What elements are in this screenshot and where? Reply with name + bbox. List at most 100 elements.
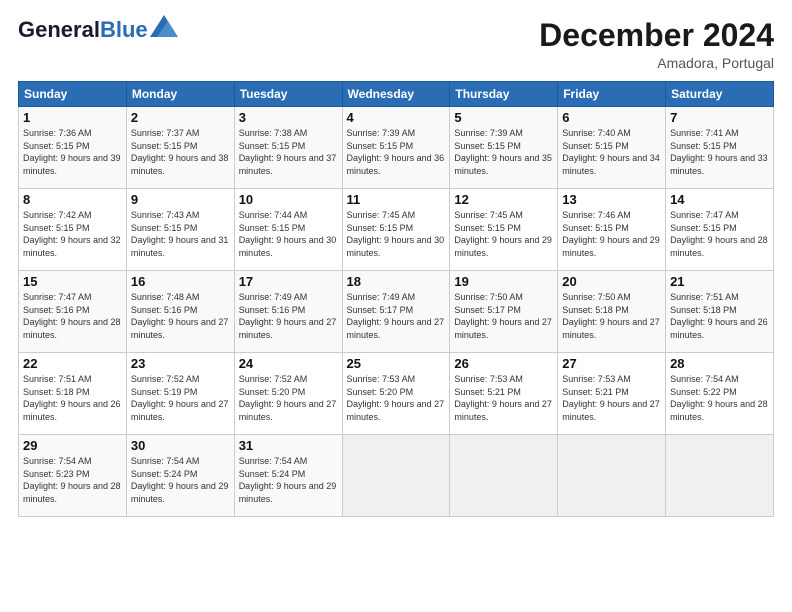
calendar-week-2: 8 Sunrise: 7:42 AM Sunset: 5:15 PM Dayli… — [19, 189, 774, 271]
day-info: Sunrise: 7:46 AM Sunset: 5:15 PM Dayligh… — [562, 209, 661, 259]
weekday-header-friday: Friday — [558, 82, 666, 107]
calendar-week-3: 15 Sunrise: 7:47 AM Sunset: 5:16 PM Dayl… — [19, 271, 774, 353]
day-number: 18 — [347, 274, 446, 289]
calendar-cell: 18 Sunrise: 7:49 AM Sunset: 5:17 PM Dayl… — [342, 271, 450, 353]
day-number: 5 — [454, 110, 553, 125]
calendar-cell: 27 Sunrise: 7:53 AM Sunset: 5:21 PM Dayl… — [558, 353, 666, 435]
calendar-cell: 24 Sunrise: 7:52 AM Sunset: 5:20 PM Dayl… — [234, 353, 342, 435]
page: GeneralBlue December 2024 Amadora, Portu… — [0, 0, 792, 612]
calendar-cell: 5 Sunrise: 7:39 AM Sunset: 5:15 PM Dayli… — [450, 107, 558, 189]
day-number: 9 — [131, 192, 230, 207]
weekday-header-wednesday: Wednesday — [342, 82, 450, 107]
weekday-header-tuesday: Tuesday — [234, 82, 342, 107]
day-info: Sunrise: 7:54 AM Sunset: 5:23 PM Dayligh… — [23, 455, 122, 505]
day-info: Sunrise: 7:48 AM Sunset: 5:16 PM Dayligh… — [131, 291, 230, 341]
day-number: 30 — [131, 438, 230, 453]
day-number: 6 — [562, 110, 661, 125]
calendar-cell: 7 Sunrise: 7:41 AM Sunset: 5:15 PM Dayli… — [666, 107, 774, 189]
calendar-cell: 14 Sunrise: 7:47 AM Sunset: 5:15 PM Dayl… — [666, 189, 774, 271]
day-info: Sunrise: 7:47 AM Sunset: 5:15 PM Dayligh… — [670, 209, 769, 259]
day-number: 3 — [239, 110, 338, 125]
day-info: Sunrise: 7:44 AM Sunset: 5:15 PM Dayligh… — [239, 209, 338, 259]
day-info: Sunrise: 7:54 AM Sunset: 5:24 PM Dayligh… — [131, 455, 230, 505]
day-info: Sunrise: 7:50 AM Sunset: 5:17 PM Dayligh… — [454, 291, 553, 341]
day-info: Sunrise: 7:49 AM Sunset: 5:16 PM Dayligh… — [239, 291, 338, 341]
day-info: Sunrise: 7:39 AM Sunset: 5:15 PM Dayligh… — [347, 127, 446, 177]
day-info: Sunrise: 7:40 AM Sunset: 5:15 PM Dayligh… — [562, 127, 661, 177]
location: Amadora, Portugal — [539, 55, 774, 71]
calendar-cell: 23 Sunrise: 7:52 AM Sunset: 5:19 PM Dayl… — [126, 353, 234, 435]
day-number: 27 — [562, 356, 661, 371]
calendar-cell: 10 Sunrise: 7:44 AM Sunset: 5:15 PM Dayl… — [234, 189, 342, 271]
day-number: 23 — [131, 356, 230, 371]
day-info: Sunrise: 7:39 AM Sunset: 5:15 PM Dayligh… — [454, 127, 553, 177]
day-info: Sunrise: 7:50 AM Sunset: 5:18 PM Dayligh… — [562, 291, 661, 341]
calendar-cell — [450, 435, 558, 517]
day-number: 17 — [239, 274, 338, 289]
day-number: 31 — [239, 438, 338, 453]
calendar-cell: 22 Sunrise: 7:51 AM Sunset: 5:18 PM Dayl… — [19, 353, 127, 435]
calendar-cell: 30 Sunrise: 7:54 AM Sunset: 5:24 PM Dayl… — [126, 435, 234, 517]
calendar-cell: 17 Sunrise: 7:49 AM Sunset: 5:16 PM Dayl… — [234, 271, 342, 353]
weekday-header-thursday: Thursday — [450, 82, 558, 107]
calendar-cell: 3 Sunrise: 7:38 AM Sunset: 5:15 PM Dayli… — [234, 107, 342, 189]
day-info: Sunrise: 7:38 AM Sunset: 5:15 PM Dayligh… — [239, 127, 338, 177]
title-area: December 2024 Amadora, Portugal — [539, 18, 774, 71]
logo: GeneralBlue — [18, 18, 178, 42]
day-info: Sunrise: 7:54 AM Sunset: 5:22 PM Dayligh… — [670, 373, 769, 423]
day-number: 21 — [670, 274, 769, 289]
calendar-cell: 20 Sunrise: 7:50 AM Sunset: 5:18 PM Dayl… — [558, 271, 666, 353]
calendar-cell: 6 Sunrise: 7:40 AM Sunset: 5:15 PM Dayli… — [558, 107, 666, 189]
calendar-cell: 11 Sunrise: 7:45 AM Sunset: 5:15 PM Dayl… — [342, 189, 450, 271]
calendar-cell: 2 Sunrise: 7:37 AM Sunset: 5:15 PM Dayli… — [126, 107, 234, 189]
day-number: 26 — [454, 356, 553, 371]
day-number: 14 — [670, 192, 769, 207]
calendar-cell — [666, 435, 774, 517]
day-info: Sunrise: 7:45 AM Sunset: 5:15 PM Dayligh… — [454, 209, 553, 259]
day-number: 24 — [239, 356, 338, 371]
day-info: Sunrise: 7:36 AM Sunset: 5:15 PM Dayligh… — [23, 127, 122, 177]
calendar-cell: 31 Sunrise: 7:54 AM Sunset: 5:24 PM Dayl… — [234, 435, 342, 517]
weekday-header-saturday: Saturday — [666, 82, 774, 107]
calendar-week-4: 22 Sunrise: 7:51 AM Sunset: 5:18 PM Dayl… — [19, 353, 774, 435]
day-number: 29 — [23, 438, 122, 453]
day-number: 25 — [347, 356, 446, 371]
calendar-cell: 12 Sunrise: 7:45 AM Sunset: 5:15 PM Dayl… — [450, 189, 558, 271]
day-info: Sunrise: 7:47 AM Sunset: 5:16 PM Dayligh… — [23, 291, 122, 341]
day-number: 12 — [454, 192, 553, 207]
calendar-cell: 19 Sunrise: 7:50 AM Sunset: 5:17 PM Dayl… — [450, 271, 558, 353]
logo-text: GeneralBlue — [18, 18, 148, 42]
calendar-week-5: 29 Sunrise: 7:54 AM Sunset: 5:23 PM Dayl… — [19, 435, 774, 517]
weekday-header-sunday: Sunday — [19, 82, 127, 107]
day-info: Sunrise: 7:43 AM Sunset: 5:15 PM Dayligh… — [131, 209, 230, 259]
day-info: Sunrise: 7:42 AM Sunset: 5:15 PM Dayligh… — [23, 209, 122, 259]
day-info: Sunrise: 7:51 AM Sunset: 5:18 PM Dayligh… — [670, 291, 769, 341]
day-number: 8 — [23, 192, 122, 207]
day-info: Sunrise: 7:49 AM Sunset: 5:17 PM Dayligh… — [347, 291, 446, 341]
day-number: 19 — [454, 274, 553, 289]
day-number: 16 — [131, 274, 230, 289]
calendar-cell: 4 Sunrise: 7:39 AM Sunset: 5:15 PM Dayli… — [342, 107, 450, 189]
day-number: 11 — [347, 192, 446, 207]
day-number: 2 — [131, 110, 230, 125]
day-number: 4 — [347, 110, 446, 125]
calendar-cell: 16 Sunrise: 7:48 AM Sunset: 5:16 PM Dayl… — [126, 271, 234, 353]
calendar-cell: 28 Sunrise: 7:54 AM Sunset: 5:22 PM Dayl… — [666, 353, 774, 435]
day-info: Sunrise: 7:45 AM Sunset: 5:15 PM Dayligh… — [347, 209, 446, 259]
calendar-cell: 8 Sunrise: 7:42 AM Sunset: 5:15 PM Dayli… — [19, 189, 127, 271]
day-info: Sunrise: 7:52 AM Sunset: 5:19 PM Dayligh… — [131, 373, 230, 423]
calendar-header-row: SundayMondayTuesdayWednesdayThursdayFrid… — [19, 82, 774, 107]
day-number: 28 — [670, 356, 769, 371]
month-title: December 2024 — [539, 18, 774, 53]
logo-general: General — [18, 17, 100, 42]
calendar-cell: 29 Sunrise: 7:54 AM Sunset: 5:23 PM Dayl… — [19, 435, 127, 517]
day-number: 13 — [562, 192, 661, 207]
day-number: 1 — [23, 110, 122, 125]
day-info: Sunrise: 7:52 AM Sunset: 5:20 PM Dayligh… — [239, 373, 338, 423]
day-number: 22 — [23, 356, 122, 371]
logo-icon — [150, 15, 178, 37]
calendar-cell: 25 Sunrise: 7:53 AM Sunset: 5:20 PM Dayl… — [342, 353, 450, 435]
logo-blue: Blue — [100, 17, 148, 42]
calendar-cell — [558, 435, 666, 517]
day-info: Sunrise: 7:37 AM Sunset: 5:15 PM Dayligh… — [131, 127, 230, 177]
